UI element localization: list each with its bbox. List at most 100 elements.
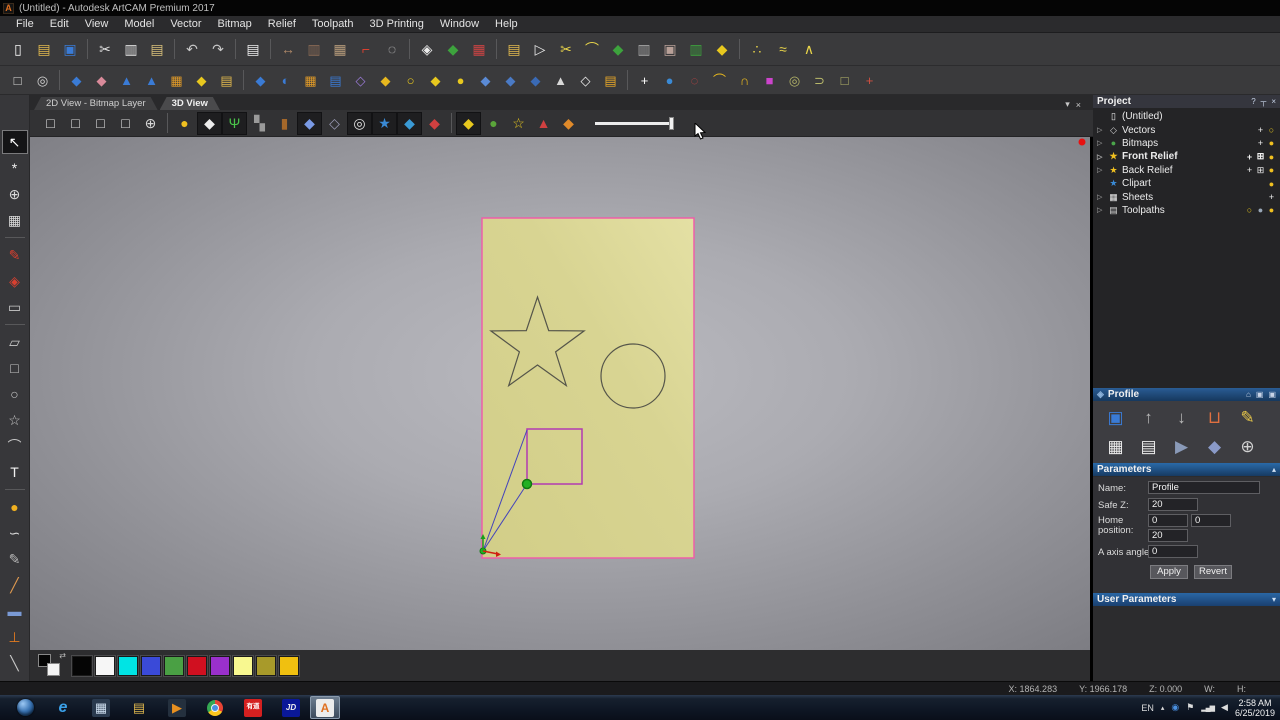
zoom-box-icon[interactable]: □: [5, 69, 30, 91]
sculpt-relief-icon[interactable]: ◆: [473, 69, 498, 91]
show-material-icon[interactable]: ◆: [456, 112, 481, 135]
parameters-header[interactable]: Parameters ▴: [1093, 463, 1280, 476]
user-parameters-header[interactable]: User Parameters ▾: [1093, 593, 1280, 606]
machine-relief-icon[interactable]: ◆: [1198, 432, 1231, 460]
import-relief-icon[interactable]: ▤: [214, 69, 239, 91]
secondary-colour-swatch[interactable]: [47, 663, 60, 676]
expander-icon[interactable]: ▷: [1097, 166, 1107, 174]
tree-action-icon[interactable]: ⊞: [1255, 165, 1266, 176]
swatch-red[interactable]: [187, 656, 207, 676]
profile-up-icon[interactable]: ↑: [1132, 403, 1165, 431]
relief-texture-icon[interactable]: ▦: [298, 69, 323, 91]
mirror-layers-icon[interactable]: ▥: [301, 37, 327, 61]
add-relief-icon[interactable]: ◆: [248, 69, 273, 91]
tab-3d-view[interactable]: 3D View: [160, 97, 220, 110]
import-vectors-icon[interactable]: ▤: [501, 37, 527, 61]
view-down-z-icon[interactable]: □: [38, 112, 63, 135]
taskbar-explorer[interactable]: ▤: [120, 696, 158, 719]
tree-action-icon[interactable]: +: [1255, 138, 1266, 148]
zero-below-icon[interactable]: ○: [398, 69, 423, 91]
swatch-purple[interactable]: [210, 656, 230, 676]
open-file-icon[interactable]: ▤: [31, 37, 57, 61]
swatch-black[interactable]: [72, 656, 92, 676]
menu-toolpath[interactable]: Toolpath: [304, 17, 362, 31]
revert-button[interactable]: Revert: [1194, 565, 1232, 579]
envelope-distort-icon[interactable]: ▦: [3, 209, 27, 231]
tab-2d-view[interactable]: 2D View - Bitmap Layer: [34, 97, 158, 110]
opacity-slider-handle[interactable]: [669, 117, 674, 130]
menu-edit[interactable]: Edit: [42, 17, 77, 31]
name-input[interactable]: [1148, 481, 1260, 494]
trim-vectors-icon[interactable]: ✂: [553, 37, 579, 61]
weave-vectors-icon[interactable]: ▣: [657, 37, 683, 61]
delete-profile-icon[interactable]: ⊔: [1198, 403, 1231, 431]
create-text-icon[interactable]: T: [3, 461, 27, 483]
show-vectors-icon[interactable]: ★: [372, 112, 397, 135]
network-icon[interactable]: ▂▄▆: [1201, 704, 1214, 712]
apply-button[interactable]: Apply: [1150, 565, 1188, 579]
panel-collapse-icon[interactable]: ▾: [1065, 99, 1070, 110]
clone-view-icon[interactable]: ◎: [347, 112, 372, 135]
shape-editor-icon[interactable]: ◆: [64, 69, 89, 91]
create-rectangle-icon[interactable]: □: [3, 357, 27, 379]
vector-doctor-icon[interactable]: ◈: [414, 37, 440, 61]
save-icon[interactable]: ▣: [57, 37, 83, 61]
palette-grid-icon[interactable]: ▦: [327, 37, 353, 61]
copy-icon[interactable]: ▥: [118, 37, 144, 61]
swatch-olive[interactable]: [256, 656, 276, 676]
taskbar-media-player[interactable]: ▶: [158, 696, 196, 719]
orbit-view-icon[interactable]: ◎: [30, 69, 55, 91]
copy-vectors-icon[interactable]: ▥: [683, 37, 709, 61]
tree-item-back-relief[interactable]: ▷ ★ Back Relief + ⊞ ●: [1093, 164, 1280, 177]
start-point-node[interactable]: [523, 480, 532, 489]
menu-window[interactable]: Window: [432, 17, 487, 31]
lighting-icon[interactable]: ●: [172, 112, 197, 135]
menu-file[interactable]: File: [8, 17, 42, 31]
emboss-vectors-icon[interactable]: ◆: [709, 37, 735, 61]
swatch-cyan[interactable]: [118, 656, 138, 676]
swatch-pale-yellow[interactable]: [233, 656, 253, 676]
paste-icon[interactable]: ▤: [144, 37, 170, 61]
expander-icon[interactable]: ▷: [1097, 193, 1107, 201]
undo-icon[interactable]: ↶: [179, 37, 205, 61]
swap-colours-icon[interactable]: ⇄: [59, 651, 66, 660]
dome-relief-icon[interactable]: ◆: [189, 69, 214, 91]
expand-chevron-icon[interactable]: ▾: [1272, 595, 1276, 604]
start-button[interactable]: [6, 696, 44, 719]
menu-model[interactable]: Model: [116, 17, 162, 31]
tree-item-front-relief[interactable]: ▷ ★ Front Relief + ⊞ ●: [1093, 150, 1280, 163]
offset-tool-icon[interactable]: ◆: [605, 37, 631, 61]
bend-clipart-icon[interactable]: ⌒: [707, 69, 732, 91]
zero-above-icon[interactable]: ◆: [373, 69, 398, 91]
bitmap-colours-icon[interactable]: ▦: [466, 37, 492, 61]
wrap-vectors-icon[interactable]: ▥: [631, 37, 657, 61]
preview-toolpath-icon[interactable]: ☆: [506, 112, 531, 135]
tree-action-icon[interactable]: ●: [1255, 205, 1266, 215]
tree-action-icon[interactable]: +: [1244, 165, 1255, 175]
tree-item-sheets[interactable]: ▷ ▦ Sheets +: [1093, 190, 1280, 203]
tree-action-icon[interactable]: ○: [1244, 205, 1255, 215]
tree-item-bitmaps[interactable]: ▷ ● Bitmaps + ●: [1093, 137, 1280, 150]
expander-icon[interactable]: ▷: [1097, 139, 1107, 147]
expander-icon[interactable]: ▷: [1097, 206, 1107, 214]
menu-relief[interactable]: Relief: [260, 17, 304, 31]
project-help-button[interactable]: ?: [1251, 97, 1255, 106]
tree-action-icon[interactable]: ●: [1266, 165, 1277, 175]
notes-icon[interactable]: ▤: [240, 37, 266, 61]
tree-action-icon[interactable]: +: [1255, 125, 1266, 135]
subtract-relief-icon[interactable]: ◐: [273, 69, 298, 91]
zoom-scale-icon[interactable]: ⊕: [138, 112, 163, 135]
invert-relief-icon[interactable]: ◇: [573, 69, 598, 91]
save-profile-icon[interactable]: ▣: [1099, 403, 1132, 431]
stamp-tool-icon[interactable]: ⊥: [3, 626, 27, 648]
rounded-rect-icon[interactable]: □: [832, 69, 857, 91]
opacity-slider[interactable]: [595, 117, 674, 130]
tree-action-icon[interactable]: ●: [1266, 205, 1277, 215]
show-block-icon[interactable]: ◆: [297, 112, 322, 135]
calculate-profile-icon[interactable]: ▦: [1099, 432, 1132, 460]
merge-vectors-icon[interactable]: ◎: [782, 69, 807, 91]
select-tool-icon[interactable]: ↖: [3, 131, 27, 153]
extrude-relief-icon[interactable]: ▲: [114, 69, 139, 91]
export-profile-icon[interactable]: ▶: [1165, 432, 1198, 460]
simulate-profile-icon[interactable]: ⊕: [1231, 432, 1264, 460]
